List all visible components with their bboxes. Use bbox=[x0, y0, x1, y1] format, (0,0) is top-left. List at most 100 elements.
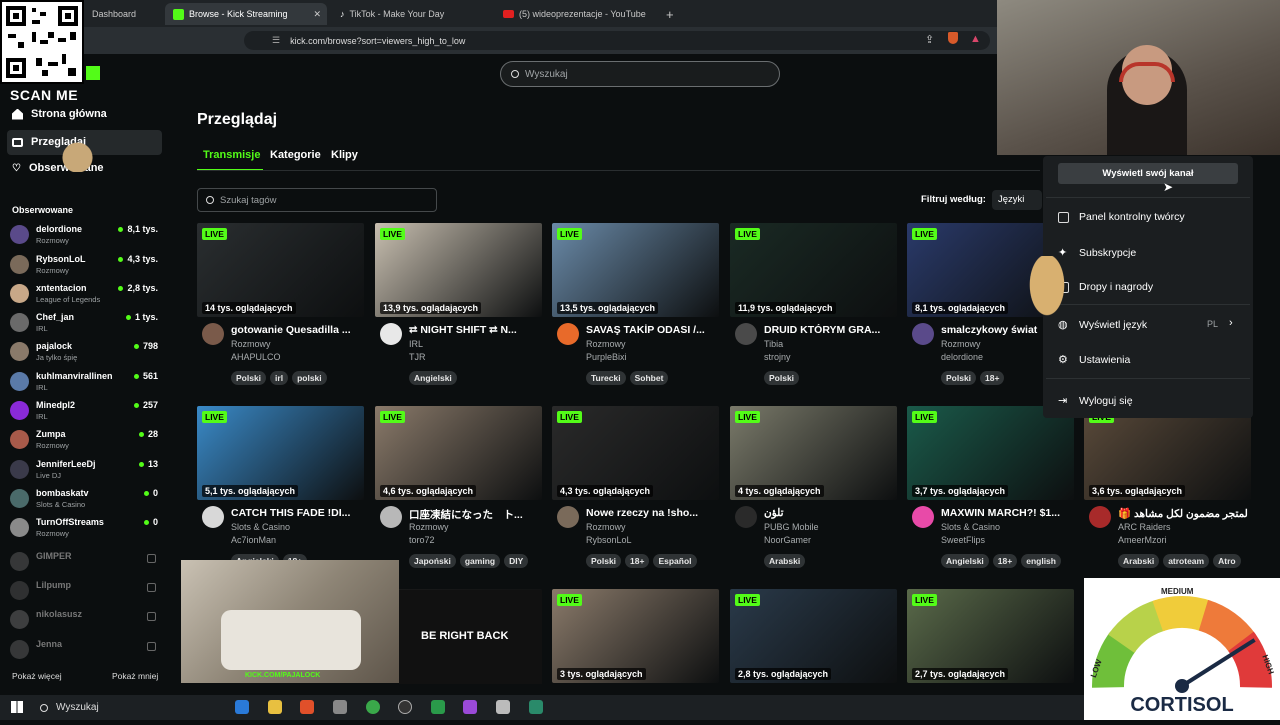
streamer-name[interactable]: NoorGamer bbox=[764, 535, 811, 545]
tag-chip[interactable]: english bbox=[1021, 554, 1061, 568]
stream-category[interactable]: Slots & Casino bbox=[941, 522, 1000, 532]
streamer-name[interactable]: AmeerMzori bbox=[1118, 535, 1167, 545]
taskbar-search[interactable]: Wyszukaj bbox=[34, 698, 224, 717]
avatar[interactable] bbox=[912, 323, 934, 345]
app-icon[interactable] bbox=[496, 700, 510, 714]
stream-category[interactable]: Rozmowy bbox=[586, 339, 626, 349]
stream-thumbnail[interactable]: LIVE 3,7 tys. oglądających bbox=[907, 406, 1074, 500]
tab-categories[interactable]: Kategorie bbox=[270, 149, 321, 161]
stream-thumbnail[interactable]: LIVE 11,9 tys. oglądających bbox=[730, 223, 897, 317]
avatar[interactable] bbox=[1089, 506, 1111, 528]
app-icon[interactable] bbox=[463, 700, 477, 714]
stream-category[interactable]: Rozmowy bbox=[941, 339, 981, 349]
streamer-name[interactable]: Ac7ionMan bbox=[231, 535, 276, 545]
avatar[interactable] bbox=[557, 323, 579, 345]
obs-icon[interactable] bbox=[398, 700, 412, 714]
app-icon[interactable] bbox=[431, 700, 445, 714]
stream-thumbnail[interactable]: LIVE 13,9 tys. oglądających bbox=[375, 223, 542, 317]
stream-category[interactable]: Rozmowy bbox=[586, 522, 626, 532]
tag-chip[interactable]: Atro bbox=[1213, 554, 1241, 568]
tab-tiktok[interactable]: ♪ TikTok - Make Your Day bbox=[332, 3, 492, 25]
avatar[interactable] bbox=[735, 506, 757, 528]
stream-thumbnail[interactable]: LIVE 3 tys. oglądających bbox=[552, 589, 719, 683]
stream-title[interactable]: Nowe rzeczy na !sho... bbox=[586, 507, 716, 519]
stream-title[interactable]: 口座凍結になった ト... bbox=[409, 507, 539, 522]
sidebar-channel[interactable]: Lilpump bbox=[10, 578, 160, 604]
stream-title[interactable]: SAVAŞ TAKİP ODASI /... bbox=[586, 324, 716, 336]
avatar[interactable] bbox=[202, 323, 224, 345]
rewards-icon[interactable]: ▲ bbox=[970, 33, 981, 45]
site-info-icon[interactable]: ☰ bbox=[272, 35, 280, 46]
kick-logo[interactable] bbox=[86, 66, 100, 80]
tab-kick-browse[interactable]: Browse - Kick Streaming ✕ bbox=[165, 3, 327, 25]
tag-chip[interactable]: Japoński bbox=[409, 554, 456, 568]
menu-item-subscriptions[interactable]: ✦ Subskrypcje bbox=[1058, 246, 1136, 260]
sidebar-channel[interactable]: Zumpa Rozmowy 28 bbox=[10, 427, 160, 453]
tag-chip[interactable]: Polski bbox=[231, 371, 267, 385]
stream-thumbnail[interactable]: LIVE 2,7 tys. oglądających bbox=[907, 589, 1074, 683]
stream-thumbnail[interactable]: LIVE 2,8 tys. oglądających bbox=[730, 589, 897, 683]
tag-chip[interactable]: 18+ bbox=[625, 554, 650, 568]
tag-chip[interactable]: atroteam bbox=[1163, 554, 1210, 568]
stream-category[interactable]: Tibia bbox=[764, 339, 783, 349]
avatar[interactable] bbox=[380, 506, 402, 528]
stream-thumbnail[interactable]: LIVE3,6 tys. oglądających bbox=[1084, 406, 1251, 500]
avatar[interactable] bbox=[202, 506, 224, 528]
nav-home[interactable]: Strona główna bbox=[12, 108, 107, 120]
chrome-icon[interactable] bbox=[366, 700, 380, 714]
tag-chip[interactable]: Angielski bbox=[941, 554, 989, 568]
streamer-name[interactable]: strojny bbox=[764, 352, 791, 362]
tab-youtube[interactable]: (5) wideoprezentacje - YouTube bbox=[495, 3, 655, 25]
close-icon[interactable]: ✕ bbox=[313, 9, 321, 20]
tag-chip[interactable]: Español bbox=[653, 554, 697, 568]
stream-category[interactable]: IRL bbox=[409, 339, 423, 349]
sidebar-channel[interactable]: Jenna bbox=[10, 637, 160, 663]
tab-streams[interactable]: Transmisje bbox=[203, 149, 260, 161]
sidebar-channel[interactable]: xntentacion League of Legends 2,8 tys. bbox=[10, 281, 160, 307]
menu-item-drops[interactable]: Dropy i nagrody bbox=[1058, 281, 1153, 293]
stream-thumbnail[interactable]: LIVE 14 tys. oglądających bbox=[197, 223, 364, 317]
new-tab-button[interactable]: + bbox=[658, 3, 682, 25]
avatar[interactable] bbox=[912, 506, 934, 528]
tag-chip[interactable]: Polski bbox=[941, 371, 977, 385]
sidebar-channel[interactable]: Chef_jan IRL 1 tys. bbox=[10, 310, 160, 336]
tag-chip[interactable]: irl bbox=[270, 371, 289, 385]
stream-title[interactable]: DRUID KTÓRYM GRA... bbox=[764, 324, 894, 336]
stream-thumbnail[interactable]: LIVE 13,5 tys. oglądających bbox=[552, 223, 719, 317]
stream-title[interactable]: 🎁 المتجر مضمون لكل مشاهد... bbox=[1118, 507, 1248, 520]
streamer-name[interactable]: delordione bbox=[941, 352, 983, 362]
sidebar-channel[interactable]: nikolasusz bbox=[10, 607, 160, 633]
sidebar-channel[interactable]: JenniferLeeDj Live DJ 13 bbox=[10, 457, 160, 483]
menu-item-logout[interactable]: ⇥ Wyloguj się bbox=[1058, 394, 1133, 408]
windows-start-icon[interactable] bbox=[11, 701, 23, 713]
menu-item-creator-dashboard[interactable]: Panel kontrolny twórcy bbox=[1058, 211, 1185, 223]
language-filter-dropdown[interactable]: Języki bbox=[992, 190, 1042, 210]
tag-chip[interactable]: Polski bbox=[586, 554, 622, 568]
app-icon[interactable] bbox=[529, 700, 543, 714]
tab-dashboard[interactable]: Dashboard bbox=[70, 3, 165, 25]
stream-title[interactable]: ⮂ NIGHT SHIFT ⮂ N... bbox=[409, 324, 539, 337]
sidebar-channel[interactable]: bombaskatv Slots & Casino 0 bbox=[10, 486, 160, 512]
share-icon[interactable]: ⇪ bbox=[925, 33, 934, 46]
view-channel-button[interactable]: Wyświetl swój kanał bbox=[1058, 163, 1238, 184]
show-less-button[interactable]: Pokaż mniej bbox=[112, 671, 158, 681]
sidebar-channel[interactable]: GIMPER bbox=[10, 549, 160, 575]
avatar[interactable] bbox=[380, 323, 402, 345]
stream-thumbnail[interactable]: LIVE 4,3 tys. oglądających bbox=[552, 406, 719, 500]
brave-shield-icon[interactable] bbox=[948, 32, 958, 44]
sidebar-channel[interactable]: TurnOffStreams Rozmowy 0 bbox=[10, 515, 160, 541]
streamer-name[interactable]: RybsonLoL bbox=[586, 535, 632, 545]
sidebar-channel[interactable]: pajalock Ja tylko śpię 798 bbox=[10, 339, 160, 365]
brave-icon[interactable] bbox=[300, 700, 314, 714]
streamer-name[interactable]: SweetFlips bbox=[941, 535, 985, 545]
stream-thumbnail[interactable]: LIVE 4 tys. oglądających bbox=[730, 406, 897, 500]
stream-category[interactable]: Rozmowy bbox=[231, 339, 271, 349]
stream-category[interactable]: PUBG Mobile bbox=[764, 522, 819, 532]
sidebar-channel[interactable]: Minedpl2 IRL 257 bbox=[10, 398, 160, 424]
tag-chip[interactable]: gaming bbox=[459, 554, 501, 568]
app-icon[interactable] bbox=[333, 700, 347, 714]
stream-title[interactable]: gotowanie Quesadilla ... bbox=[231, 324, 361, 336]
stream-category[interactable]: Slots & Casino bbox=[231, 522, 290, 532]
streamer-name[interactable]: PurpleBixi bbox=[586, 352, 627, 362]
edge-icon[interactable] bbox=[235, 700, 249, 714]
